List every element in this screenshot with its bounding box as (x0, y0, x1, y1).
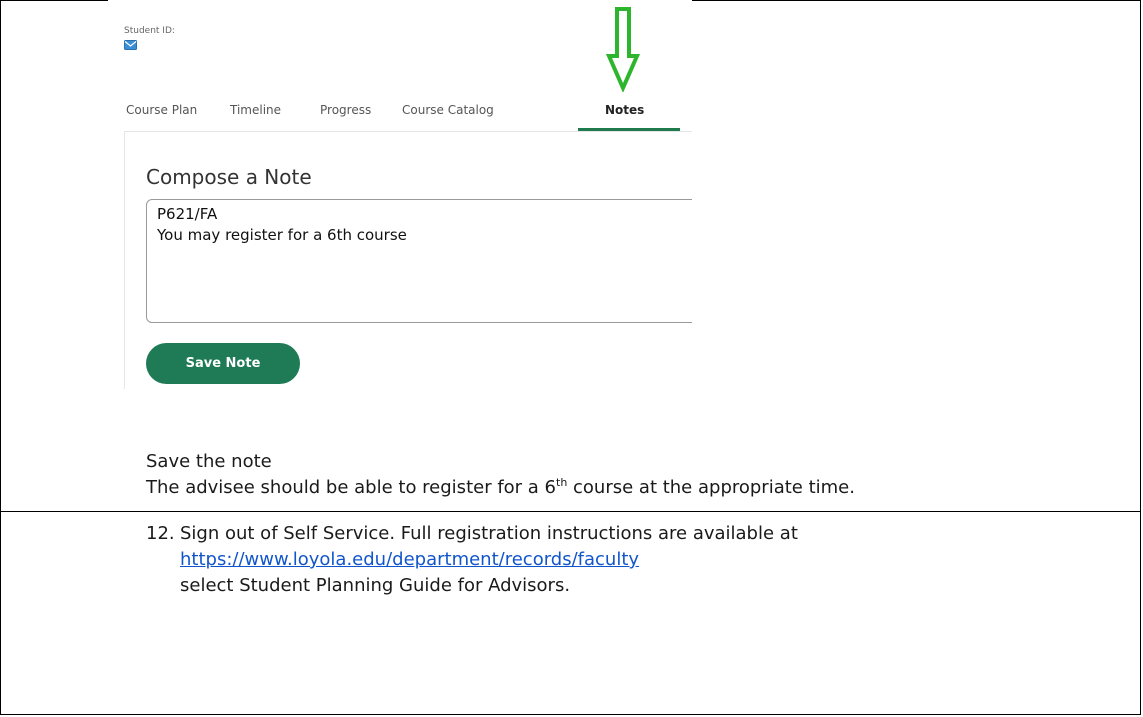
tab-timeline[interactable]: Timeline (230, 103, 281, 117)
arrow-down-icon (606, 7, 640, 92)
advisee-text-a: The advisee should be able to register f… (146, 477, 556, 498)
panel-border (124, 131, 125, 389)
compose-note-title: Compose a Note (146, 165, 312, 189)
self-service-screenshot: Student ID: Course Plan Timeline Progres… (108, 0, 692, 390)
table-row-divider (0, 511, 1141, 512)
records-faculty-link[interactable]: https://www.loyola.edu/department/record… (180, 549, 639, 570)
ordinal-suffix: th (556, 476, 568, 489)
tab-divider (124, 131, 692, 132)
tab-course-plan[interactable]: Course Plan (126, 103, 197, 117)
save-note-instruction: Save the note (146, 451, 272, 472)
student-tabs: Course Plan Timeline Progress Course Cat… (108, 0, 692, 134)
planning-guide-instruction: select Student Planning Guide for Adviso… (180, 575, 571, 596)
note-textarea[interactable]: P621/FA You may register for a 6th cours… (146, 199, 692, 323)
tab-course-catalog[interactable]: Course Catalog (402, 103, 494, 117)
step-number: 12. (146, 523, 175, 544)
step-12-text: Sign out of Self Service. Full registrat… (180, 523, 798, 544)
advisee-instruction: The advisee should be able to register f… (146, 476, 855, 498)
tab-notes[interactable]: Notes (605, 103, 644, 117)
advisee-text-b: course at the appropriate time. (567, 477, 855, 498)
save-note-button[interactable]: Save Note (146, 343, 300, 384)
tab-progress[interactable]: Progress (320, 103, 371, 117)
